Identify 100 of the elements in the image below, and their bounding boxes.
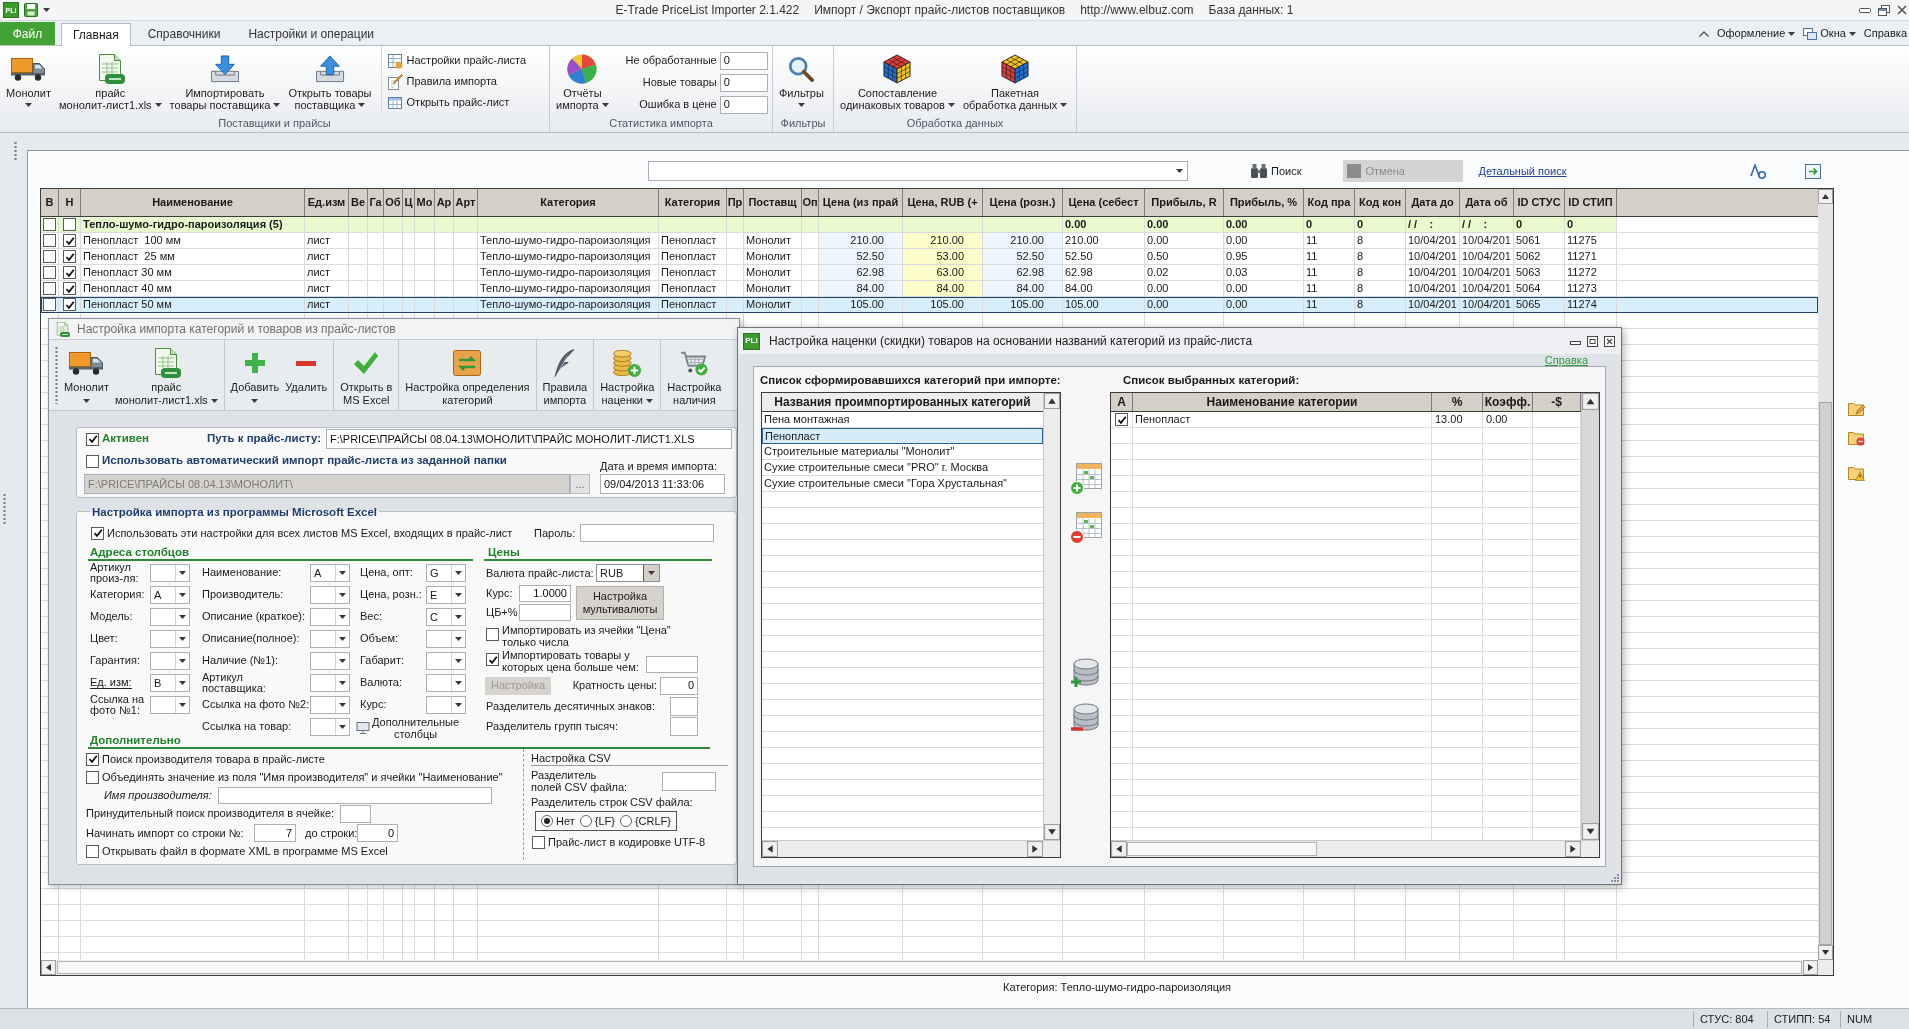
column-header[interactable]: Ве [349, 189, 368, 216]
ribbon-button[interactable]: Отчёты импорта [553, 46, 612, 111]
checkbox[interactable] [86, 845, 99, 858]
column-header[interactable]: Коэфф. [1483, 393, 1533, 411]
dropdown-field[interactable] [310, 674, 350, 692]
column-header[interactable]: Ед.изм [305, 189, 349, 216]
checkbox[interactable] [43, 234, 56, 247]
list-item[interactable]: Сухие строительные смеси "Гора Хрустальная" [762, 476, 1043, 492]
column-header[interactable]: Об [384, 189, 403, 216]
checkbox[interactable] [43, 218, 56, 231]
column-header[interactable]: Га [368, 189, 384, 216]
toolbar-button[interactable]: Монолит [61, 340, 112, 410]
ribbon-button[interactable]: Фильтры [776, 46, 827, 111]
column-header[interactable]: Наименование категории [1133, 393, 1432, 411]
folder-pencil-icon[interactable] [1848, 402, 1865, 417]
grip-icon[interactable] [55, 346, 58, 404]
column-header[interactable]: Дата до [1406, 189, 1460, 216]
dropdown-field[interactable] [426, 674, 466, 692]
ribbon-button[interactable]: Импортировать товары поставщика [166, 46, 284, 111]
dropdown-field[interactable] [310, 608, 350, 626]
checkbox[interactable] [486, 628, 499, 641]
ribbon-button[interactable]: Сопоставление одинаковых товаров [837, 46, 958, 111]
ribbon-tab[interactable]: Справочники [136, 22, 232, 45]
column-header[interactable]: ID СТУС [1514, 189, 1565, 216]
column-header[interactable]: Код пра [1304, 189, 1355, 216]
currency-dropdown[interactable]: RUB [596, 564, 660, 582]
dropdown-field[interactable]: B [150, 674, 190, 692]
column-header[interactable]: % [1432, 393, 1483, 411]
checkbox[interactable] [43, 282, 56, 295]
column-header[interactable]: Мо [415, 189, 435, 216]
column-header[interactable]: Наименование [81, 189, 305, 216]
radio-button[interactable] [541, 815, 553, 827]
checkbox[interactable] [86, 432, 99, 446]
ribbon-tab[interactable]: Главная [61, 23, 131, 46]
dropdown-field[interactable] [426, 630, 466, 648]
ribbon-button[interactable]: прайс монолит-лист1.xls [55, 46, 165, 111]
dropdown-field[interactable] [310, 586, 350, 604]
ribbon-button[interactable]: Настройки прайс-листа [386, 51, 527, 70]
vertical-scrollbar[interactable] [1581, 393, 1599, 840]
dropdown-field[interactable] [310, 630, 350, 648]
search-button[interactable]: Поиск [1247, 160, 1306, 182]
menu-button[interactable]: Окна [1803, 25, 1856, 42]
browse-button[interactable]: ... [570, 474, 590, 494]
shapes-icon[interactable] [1749, 163, 1766, 179]
database-add-icon[interactable] [1069, 656, 1102, 688]
horizontal-scrollbar[interactable] [41, 960, 1833, 975]
horizontal-scrollbar[interactable] [762, 840, 1060, 857]
column-header[interactable]: Дата об [1460, 189, 1514, 216]
column-header[interactable]: Код кон [1355, 189, 1406, 216]
scrollbar-thumb[interactable] [57, 961, 1802, 974]
table-add-icon[interactable] [1069, 463, 1102, 495]
stat-field[interactable]: 0 [719, 73, 768, 92]
minimize-icon[interactable] [1570, 340, 1581, 345]
password-field[interactable] [580, 524, 715, 542]
toolbar-button[interactable]: Настройка определения категорий [402, 340, 533, 410]
toolbar-button[interactable]: прайс монолит-лист1.xls [111, 340, 221, 410]
ribbon-tab[interactable]: Настройки и операции [237, 22, 386, 45]
thousands-separator-field[interactable] [670, 716, 698, 736]
dropdown-field[interactable] [310, 718, 350, 736]
dropdown-field[interactable] [310, 652, 350, 670]
checkbox[interactable] [86, 752, 99, 766]
grip-icon[interactable] [13, 141, 17, 161]
column-header[interactable]: Цена (розн.) [983, 189, 1063, 216]
checkbox[interactable] [486, 653, 499, 666]
checkbox[interactable] [63, 218, 76, 231]
maximize-icon[interactable] [1587, 335, 1598, 347]
dropdown-field[interactable] [150, 564, 190, 582]
column-header[interactable]: Арт [454, 189, 478, 216]
checkbox[interactable] [63, 234, 76, 247]
column-header[interactable]: Цена, RUB (+ [903, 189, 983, 216]
cell-field[interactable] [340, 804, 372, 823]
checkbox[interactable] [63, 298, 76, 311]
toolbar-button[interactable]: Настройка наличия [664, 340, 725, 410]
ribbon-button[interactable]: Открыть товары поставщика [285, 46, 375, 111]
minimize-icon[interactable] [1859, 7, 1871, 13]
dropdown-field[interactable] [426, 652, 466, 670]
folder-minus-icon[interactable] [1848, 431, 1865, 446]
ribbon-button[interactable]: Открыть прайс-лист [386, 93, 527, 112]
maker-name-field[interactable] [217, 786, 492, 804]
close-icon[interactable] [1604, 335, 1615, 347]
column-header[interactable]: А [1111, 393, 1133, 411]
path-field[interactable]: F:\PRICE\ПРАЙСЫ 08.04.13\МОНОЛИТ\ПРАЙС МОНОЛИТ-ЛИСТ1.XLS [326, 429, 732, 449]
menu-button[interactable]: Оформление [1717, 25, 1796, 42]
column-header[interactable]: Прибыль, R [1145, 189, 1224, 216]
dropdown-field[interactable]: G [426, 564, 466, 582]
percent-field[interactable] [519, 604, 571, 621]
dropdown-field[interactable] [150, 608, 190, 626]
checkbox[interactable] [91, 526, 104, 540]
checkbox[interactable] [532, 835, 545, 849]
checkbox[interactable] [43, 250, 56, 263]
checkbox[interactable] [1115, 413, 1128, 426]
dropdown-field[interactable] [426, 696, 466, 714]
column-header[interactable]: Оп [802, 189, 819, 216]
toolbar-button[interactable]: Открыть в MS Excel [337, 340, 396, 410]
list-item[interactable]: Сухие строительные смеси "PRO" г. Москва [762, 460, 1043, 476]
radio-button[interactable] [579, 815, 592, 827]
vertical-scrollbar[interactable] [1818, 189, 1833, 960]
end-row-field[interactable]: 0 [357, 824, 398, 842]
radio-button[interactable] [619, 815, 632, 827]
ribbon-button[interactable]: Пакетная обработка данных [959, 46, 1071, 111]
